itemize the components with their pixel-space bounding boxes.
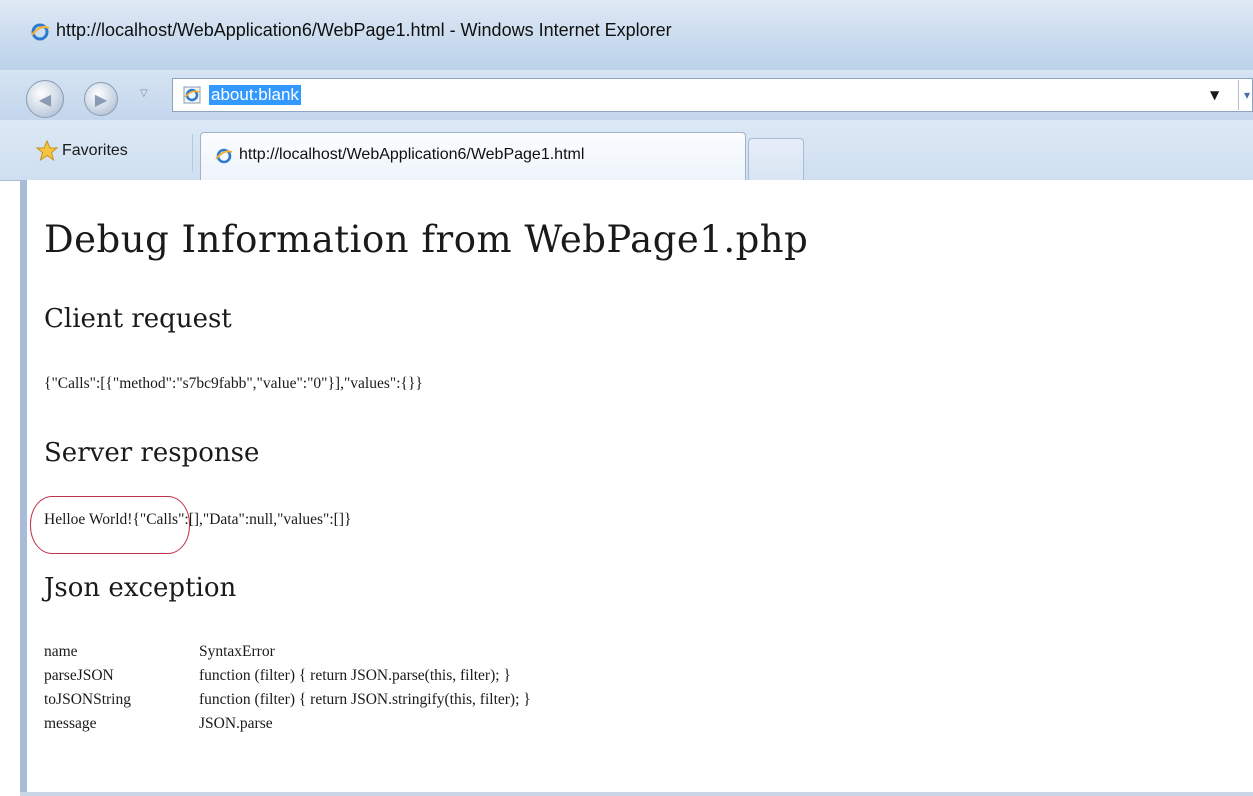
new-tab-button[interactable] xyxy=(748,138,804,180)
status-divider xyxy=(20,792,1253,796)
address-input[interactable]: about:blank xyxy=(209,85,301,105)
address-divider xyxy=(1238,80,1239,110)
address-dropdown-icon[interactable]: ▼ xyxy=(1210,88,1219,102)
window-title: http://localhost/WebApplication6/WebPage… xyxy=(56,20,672,40)
json-exception-heading: Json exception xyxy=(44,573,237,603)
server-response-body: Helloe World!{"Calls":[],"Data":null,"va… xyxy=(30,496,351,554)
favorites-button[interactable]: Favorites xyxy=(62,142,128,160)
table-row: name SyntaxError xyxy=(44,640,531,664)
table-row: parseJSON function (filter) { return JSO… xyxy=(44,664,531,688)
exception-properties-table: name SyntaxError parseJSON function (fil… xyxy=(44,640,531,736)
refresh-dropdown-icon[interactable]: ▾ xyxy=(1244,88,1250,102)
address-bar[interactable]: about:blank xyxy=(172,78,1253,112)
favorites-divider xyxy=(192,134,193,172)
tab-webpage1[interactable]: http://localhost/WebApplication6/WebPage… xyxy=(200,132,746,180)
client-request-heading: Client request xyxy=(44,304,232,334)
forward-arrow-icon: ▶ xyxy=(94,89,108,109)
ie-page-icon xyxy=(215,148,233,164)
client-request-body: {"Calls":[{"method":"s7bc9fabb","value":… xyxy=(44,375,423,392)
property-key: toJSONString xyxy=(44,691,131,708)
property-key: parseJSON xyxy=(44,667,114,684)
ie-logo-icon xyxy=(31,23,50,41)
property-value: function (filter) { return JSON.parse(th… xyxy=(199,667,511,684)
tab-label: http://localhost/WebApplication6/WebPage… xyxy=(239,146,585,163)
back-arrow-icon: ◀ xyxy=(38,89,52,109)
ie-page-icon xyxy=(183,86,201,104)
property-value: JSON.parse xyxy=(199,715,273,732)
property-key: name xyxy=(44,643,78,660)
property-key: message xyxy=(44,715,97,732)
favorites-star-icon xyxy=(36,140,58,162)
recent-pages-dropdown-icon[interactable]: ▽ xyxy=(140,88,148,99)
table-row: toJSONString function (filter) { return … xyxy=(44,688,531,712)
table-row: message JSON.parse xyxy=(44,712,531,736)
property-value: function (filter) { return JSON.stringif… xyxy=(199,691,531,708)
property-value: SyntaxError xyxy=(199,643,275,660)
forward-button[interactable]: ▶ xyxy=(84,82,118,116)
server-response-heading: Server response xyxy=(44,438,260,468)
back-button[interactable]: ◀ xyxy=(26,80,64,118)
highlight-oval xyxy=(30,496,190,554)
page-title: Debug Information from WebPage1.php xyxy=(44,218,809,261)
